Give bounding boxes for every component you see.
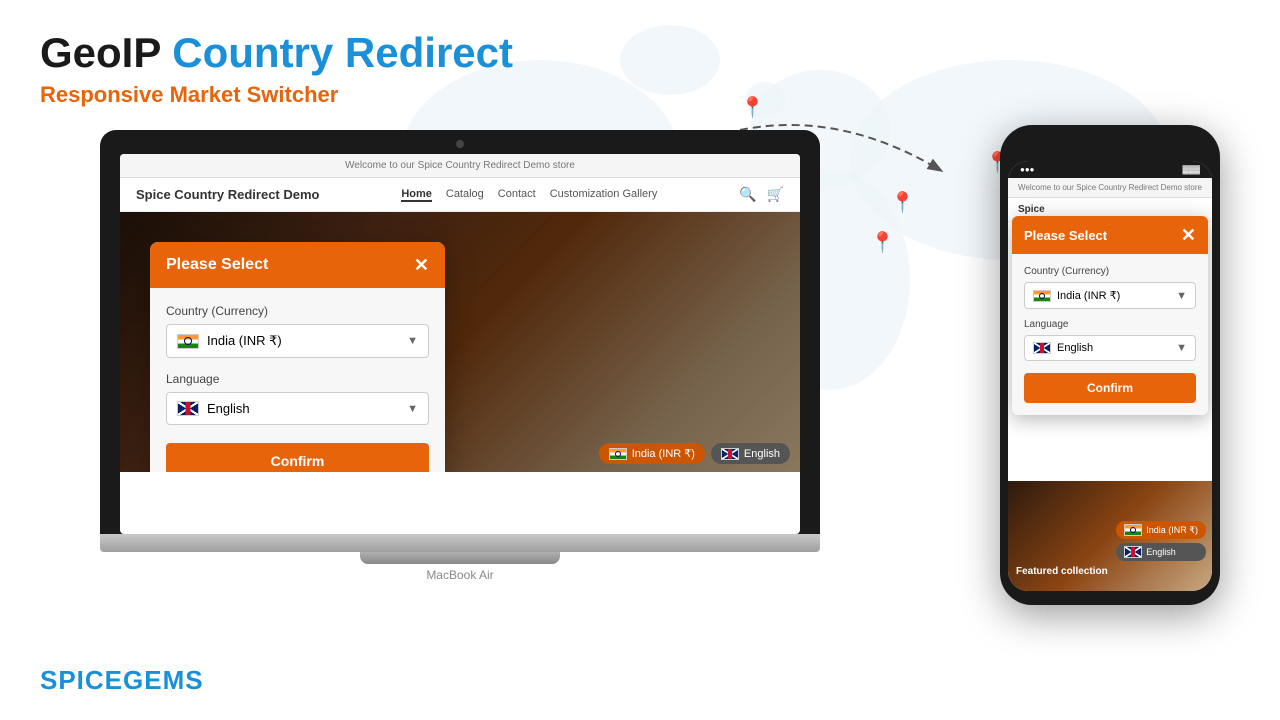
- phone-status-bar: ●●● ▓▓▓: [1008, 161, 1212, 178]
- nav-home[interactable]: Home: [401, 188, 432, 202]
- laptop-confirm-button[interactable]: Confirm: [166, 443, 429, 472]
- laptop-country-pill-label: India (INR ₹): [632, 447, 695, 460]
- store-name: Spice Country Redirect Demo: [136, 187, 320, 202]
- phone-modal: Please Select ✕ Country (Currency) India…: [1012, 216, 1208, 415]
- laptop-base: [100, 534, 820, 552]
- page-title: GeoIP Country Redirect: [40, 30, 513, 76]
- laptop-camera: [456, 140, 464, 148]
- phone-modal-header: Please Select ✕: [1012, 216, 1208, 254]
- phone-notch: [1070, 139, 1150, 157]
- laptop-country-value: India (INR ₹): [207, 333, 282, 349]
- phone-pill-india-flag: [1124, 524, 1142, 536]
- phone-modal-body: Country (Currency) India (INR ₹) ▼ Langu…: [1012, 254, 1208, 415]
- phone-india-flag: [1033, 290, 1051, 302]
- header: GeoIP Country Redirect Responsive Market…: [40, 30, 513, 108]
- phone-uk-flag: [1033, 342, 1051, 354]
- laptop-pill-india-flag: [609, 448, 627, 460]
- browser-navbar: Spice Country Redirect Demo Home Catalog…: [120, 178, 800, 212]
- phone-featured-label: Featured collection: [1016, 566, 1108, 577]
- laptop-language-value: English: [207, 401, 250, 416]
- laptop-screen-outer: Welcome to our Spice Country Redirect De…: [100, 130, 820, 534]
- spicegems-brand: SPICEGEMS: [40, 665, 204, 696]
- browser-icons: 🔍 🛒: [739, 186, 784, 203]
- phone-modal-title: Please Select: [1024, 228, 1107, 243]
- phone-pill-uk-flag: [1124, 546, 1142, 558]
- phone-country-select[interactable]: India (INR ₹) ▼: [1024, 282, 1196, 309]
- cart-icon[interactable]: 🛒: [767, 186, 784, 203]
- phone-language-chevron: ▼: [1176, 342, 1187, 354]
- laptop-modal-title: Please Select: [166, 256, 268, 274]
- phone-language-pill-label: English: [1146, 547, 1176, 557]
- country-chevron-icon: ▼: [407, 335, 418, 347]
- laptop-modal-header: Please Select ✕: [150, 242, 445, 288]
- phone-topbar: Welcome to our Spice Country Redirect De…: [1008, 178, 1212, 198]
- uk-flag-icon: [177, 401, 199, 416]
- laptop-language-pill[interactable]: English: [711, 443, 790, 464]
- laptop-screen: Welcome to our Spice Country Redirect De…: [120, 154, 800, 534]
- phone: ●●● ▓▓▓ Welcome to our Spice Country Red…: [1000, 125, 1220, 605]
- phone-country-pill-label: India (INR ₹): [1146, 525, 1198, 536]
- search-icon[interactable]: 🔍: [739, 186, 756, 203]
- laptop-modal-close[interactable]: ✕: [414, 256, 429, 274]
- laptop-language-pill-label: English: [744, 448, 780, 460]
- nav-links: Home Catalog Contact Customization Galle…: [401, 188, 657, 202]
- language-chevron-icon: ▼: [407, 403, 418, 415]
- hero-image: Please Select ✕ Country (Currency) India…: [120, 212, 800, 472]
- phone-country-value: India (INR ₹): [1057, 289, 1120, 302]
- phone-bottom-pills: India (INR ₹) English: [1116, 521, 1206, 561]
- phone-outer: ●●● ▓▓▓ Welcome to our Spice Country Red…: [1000, 125, 1220, 605]
- phone-modal-close[interactable]: ✕: [1181, 226, 1196, 244]
- phone-language-value: English: [1057, 342, 1093, 354]
- laptop-language-select[interactable]: English ▼: [166, 392, 429, 425]
- browser-topbar: Welcome to our Spice Country Redirect De…: [120, 154, 800, 178]
- phone-language-label: Language: [1024, 319, 1196, 330]
- laptop-model-label: MacBook Air: [100, 568, 820, 582]
- laptop-language-label: Language: [166, 372, 429, 386]
- phone-country-pill[interactable]: India (INR ₹): [1116, 521, 1206, 539]
- page-subtitle: Responsive Market Switcher: [40, 82, 513, 108]
- phone-language-pill[interactable]: English: [1116, 543, 1206, 561]
- laptop-pill-uk-flag: [721, 448, 739, 460]
- laptop-modal: Please Select ✕ Country (Currency) India…: [150, 242, 445, 472]
- phone-language-select[interactable]: English ▼: [1024, 335, 1196, 361]
- laptop-modal-overlay: Please Select ✕ Country (Currency) India…: [120, 212, 800, 472]
- laptop-modal-body: Country (Currency) India (INR ₹) ▼ Langu…: [150, 288, 445, 472]
- laptop-country-select[interactable]: India (INR ₹) ▼: [166, 324, 429, 358]
- nav-contact[interactable]: Contact: [498, 188, 536, 202]
- laptop: Welcome to our Spice Country Redirect De…: [100, 130, 820, 582]
- nav-catalog[interactable]: Catalog: [446, 188, 484, 202]
- laptop-bottom-bar: India (INR ₹) English: [599, 443, 790, 464]
- battery-icon: ▓▓▓: [1183, 165, 1201, 174]
- india-flag-icon: [177, 334, 199, 349]
- laptop-country-pill[interactable]: India (INR ₹): [599, 443, 705, 464]
- nav-gallery[interactable]: Customization Gallery: [550, 188, 658, 202]
- laptop-country-label: Country (Currency): [166, 304, 429, 318]
- phone-screen: ●●● ▓▓▓ Welcome to our Spice Country Red…: [1008, 161, 1212, 591]
- phone-country-label: Country (Currency): [1024, 266, 1196, 277]
- phone-country-chevron: ▼: [1176, 290, 1187, 302]
- signal-icon: ●●●: [1020, 165, 1035, 174]
- laptop-stand: [360, 552, 560, 564]
- phone-confirm-button[interactable]: Confirm: [1024, 373, 1196, 403]
